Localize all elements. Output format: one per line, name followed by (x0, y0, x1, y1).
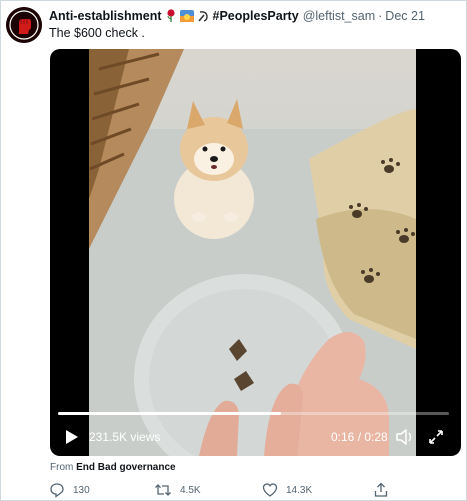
heart-icon (262, 483, 278, 497)
tweet-header: Anti-establishment #PeoplesParty @leftis… (49, 9, 459, 23)
reply-button[interactable]: 130 (49, 482, 90, 498)
volume-button[interactable] (395, 428, 415, 446)
video-controls: 231.5K views 0:16 / 0:28 (50, 425, 461, 449)
separator-dot: · (378, 9, 383, 23)
share-icon (374, 482, 388, 497)
fullscreen-button[interactable] (427, 428, 445, 446)
sunrise-icon (179, 10, 194, 22)
volume-icon (396, 429, 412, 445)
rose-icon (166, 9, 176, 23)
video-source: From End Bad governance (50, 462, 176, 473)
video-progress-bar[interactable] (58, 412, 449, 415)
like-count: 14.3K (286, 484, 313, 496)
tweet-date[interactable]: Dec 21 (385, 9, 425, 23)
video-progress-fill (58, 412, 281, 415)
raised-fist-icon (6, 7, 42, 43)
video-player[interactable]: 231.5K views 0:16 / 0:28 (50, 49, 461, 456)
reply-count: 130 (73, 484, 90, 496)
retweet-button[interactable]: 4.5K (154, 482, 201, 498)
hashtag[interactable]: #PeoplesParty (213, 9, 299, 23)
video-frame[interactable] (89, 49, 416, 456)
retweet-count: 4.5K (180, 484, 201, 496)
avatar[interactable] (6, 7, 42, 43)
play-icon (66, 430, 78, 444)
display-name[interactable]: Anti-establishment (49, 9, 162, 23)
user-handle[interactable]: @leftist_sam (303, 9, 375, 23)
tweet-text: The $600 check . (49, 26, 145, 40)
tweet-card: Anti-establishment #PeoplesParty @leftis… (0, 0, 467, 501)
share-button[interactable] (373, 482, 389, 498)
source-name[interactable]: End Bad governance (76, 462, 175, 473)
tweet-actions: 130 4.5K 14.3K (49, 482, 459, 500)
video-time: 0:16 / 0:28 (331, 430, 388, 444)
retweet-icon (155, 484, 171, 496)
like-button[interactable]: 14.3K (262, 482, 312, 498)
hammer-sickle-icon (197, 10, 209, 22)
fullscreen-icon (429, 430, 443, 444)
source-prefix: From (50, 462, 74, 473)
reply-icon (50, 483, 64, 498)
play-button[interactable] (62, 428, 80, 446)
view-count: 231.5K views (89, 430, 161, 444)
